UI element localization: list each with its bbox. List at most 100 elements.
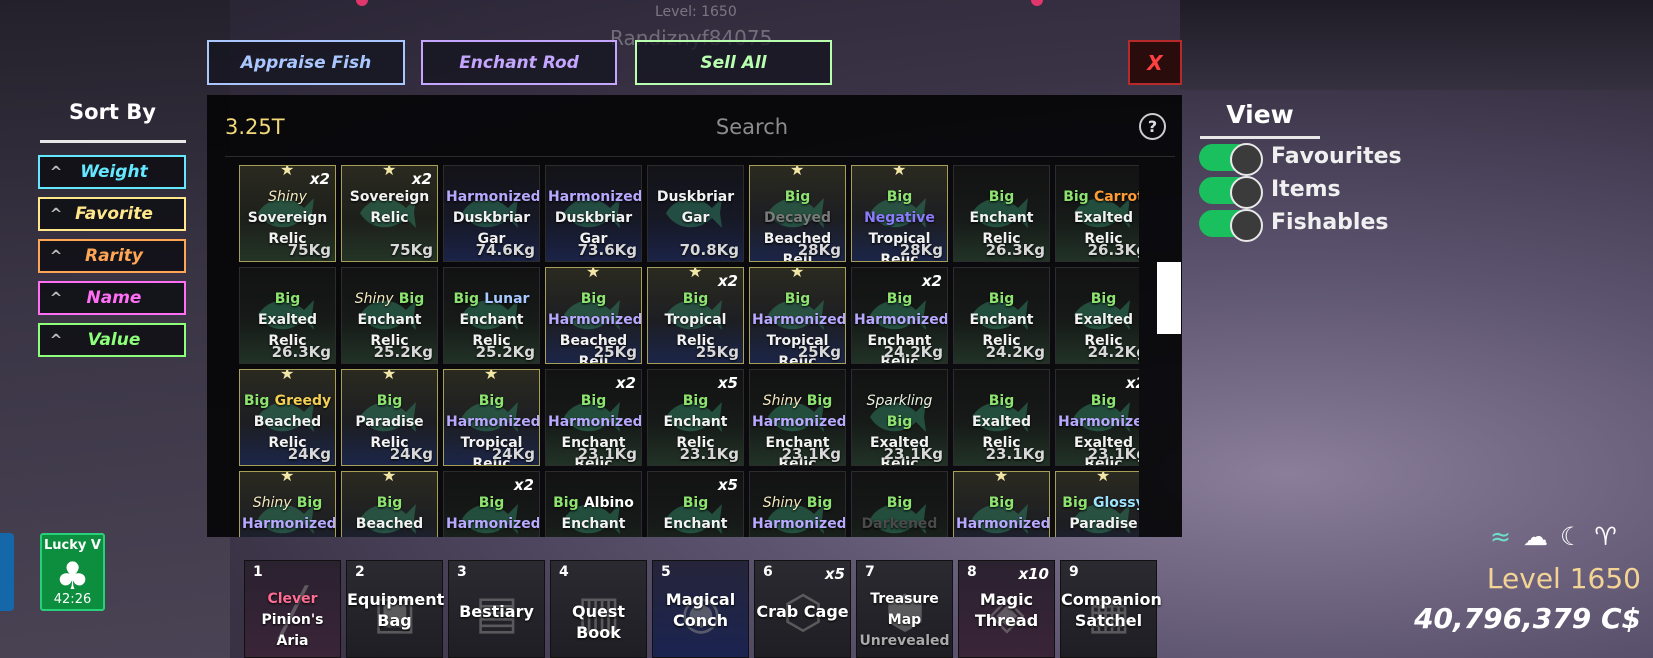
inventory-item[interactable]: Big Exalted Relic 26.3Kg xyxy=(239,267,336,364)
close-button[interactable]: X xyxy=(1128,40,1182,85)
inventory-item[interactable]: Shiny Big Enchant Relic 25.2Kg xyxy=(341,267,438,364)
item-name-part: Glossy xyxy=(1093,495,1139,511)
lucky-buff: Lucky V ♣ 42:26 xyxy=(40,533,105,611)
item-weight: 70.8Kg xyxy=(679,241,739,259)
help-icon[interactable]: ? xyxy=(1139,113,1166,140)
item-weight: 28Kg xyxy=(797,241,841,259)
toggle-items[interactable] xyxy=(1199,176,1263,209)
inventory-item[interactable]: x2 Big Harmonized Enchant Relic 23.1Kg xyxy=(545,369,642,466)
toggle-favourites[interactable] xyxy=(1199,143,1263,176)
inventory-item[interactable]: ★ Big Harmonized Beached Reli 25Kg xyxy=(545,267,642,364)
item-name-part: Harmonized xyxy=(752,312,846,328)
sort-rarity-button[interactable]: ^ Rarity xyxy=(38,239,186,273)
hotbar-slot-3[interactable]: ▤ 3 Bestiary xyxy=(448,560,545,658)
appraise-fish-button[interactable]: Appraise Fish xyxy=(207,40,405,85)
inventory-item[interactable]: ★ Big Paradise Relic 24Kg xyxy=(341,369,438,466)
inventory-item[interactable]: x2 Big Harmonized xyxy=(443,471,540,537)
hidden-buff-tab[interactable] xyxy=(0,533,14,611)
item-name-part: Big xyxy=(886,495,913,511)
inventory-item[interactable]: Big Enchant Relic 26.3Kg xyxy=(953,165,1050,262)
inventory-item[interactable]: ★ Big HarmonizedParadise xyxy=(953,471,1050,537)
hotbar-slot-number: 9 xyxy=(1069,564,1079,580)
sort-favorite-button[interactable]: ^ Favorite xyxy=(38,197,186,231)
scrollbar-thumb[interactable] xyxy=(1157,262,1181,334)
inventory-item[interactable]: Big Albino Enchant xyxy=(545,471,642,537)
search-input[interactable]: Search xyxy=(627,115,877,139)
item-name: Harmonized Duskbriar Gar xyxy=(548,186,641,249)
item-weight: 24Kg xyxy=(389,445,433,463)
inventory-item[interactable]: x5 Big Enchant xyxy=(647,471,744,537)
inventory-item[interactable]: Big CarrotExaltedRelic26.3Kg xyxy=(1055,165,1139,262)
inventory-item[interactable]: x5 Big Enchant Relic 23.1Kg xyxy=(647,369,744,466)
item-name: Big Exalted Relic xyxy=(956,390,1047,453)
sort-value-button[interactable]: ^ Value xyxy=(38,323,186,357)
toggle-fishables[interactable] xyxy=(1199,209,1263,242)
hotbar-slot-2[interactable]: ▣ 2 Equipment Bag xyxy=(346,560,445,658)
item-name-part: Paradise xyxy=(355,414,424,430)
hotbar-slot-9[interactable]: ▦ 9 Companion Satchel xyxy=(1060,560,1162,658)
item-name-part: Enchant xyxy=(969,312,1034,328)
hotbar-label-line: Equipment xyxy=(347,590,445,609)
item-weight: 23.1Kg xyxy=(679,445,739,463)
inventory-item[interactable]: ★ Big Greedy Beached Relic 24Kg xyxy=(239,369,336,466)
inventory-item[interactable]: Shiny Big Harmonized Enchant Relic 23.1Kg xyxy=(749,369,846,466)
favorite-star-icon: ★ xyxy=(280,471,295,485)
item-name-part: Big xyxy=(1090,393,1117,409)
inventory-item[interactable]: x2 Big Harmonized Enchant Relic 24.2Kg xyxy=(851,267,948,364)
inventory-item[interactable]: ★ Big Decayed Beached Reli 28Kg xyxy=(749,165,846,262)
hotbar-label-line: Conch xyxy=(673,611,728,630)
inventory-item[interactable]: ★ x2 Big Tropical Relic 25Kg xyxy=(647,267,744,364)
sort-name-button[interactable]: ^ Name xyxy=(38,281,186,315)
item-name: Big Exalted Relic xyxy=(242,288,333,351)
item-name-part: Beached xyxy=(355,516,424,532)
hotbar-slot-6[interactable]: ⬡ 6 x5 Crab Cage xyxy=(754,560,851,658)
inventory-item[interactable]: ★ Shiny Big HarmonizedBeached xyxy=(239,471,336,537)
item-weight: 23.1Kg xyxy=(985,445,1045,463)
inventory-item[interactable]: Big Lunar Enchant Relic 25.2Kg xyxy=(443,267,540,364)
item-name-part: Shiny xyxy=(762,393,802,409)
inventory-item[interactable]: Harmonized Duskbriar Gar 73.6Kg xyxy=(545,165,642,262)
inventory-item[interactable]: ★ x2 Shiny Sovereign Relic 75Kg xyxy=(239,165,336,262)
item-name: Big Harmonized xyxy=(446,492,539,534)
toggle-label: Fishables xyxy=(1271,210,1389,235)
currency-balance: 40,796,379 C$ xyxy=(1414,602,1641,635)
inventory-item[interactable]: Harmonized Duskbriar Gar 74.6Kg xyxy=(443,165,540,262)
inventory-item[interactable]: Big Exalted Relic 23.1Kg xyxy=(953,369,1050,466)
inventory-item[interactable]: ★ x2 Sovereign Relic 75Kg xyxy=(341,165,438,262)
sell-all-button[interactable]: Sell All xyxy=(635,40,832,85)
inventory-item[interactable]: ★ Big Beached xyxy=(341,471,438,537)
hotbar-slot-5[interactable]: ◉ 5 Magical Conch xyxy=(652,560,749,658)
inventory-item[interactable]: ★ Big Glossy Paradise xyxy=(1055,471,1139,537)
inventory-item[interactable]: Big DarkenedEnchant Relic xyxy=(851,471,948,537)
item-name-part: Big xyxy=(398,291,425,307)
inventory-item[interactable]: ★ Big Negative Tropical Relic 28Kg xyxy=(851,165,948,262)
item-name-part: Shiny xyxy=(268,189,307,205)
favorite-star-icon: ★ xyxy=(790,267,805,281)
inventory-item[interactable]: ★ Big Harmonized Tropical Relic 24Kg xyxy=(443,369,540,466)
player-level-tag: Level: 1650 xyxy=(655,4,737,20)
item-name-part: Paradise xyxy=(1069,516,1138,532)
item-weight: 24.2Kg xyxy=(883,343,943,361)
hotbar-slot-8[interactable]: ◈ 8 x10 Magic Thread xyxy=(958,560,1055,658)
inventory-item[interactable]: Duskbriar Gar 70.8Kg xyxy=(647,165,744,262)
item-name: Harmonized Duskbriar Gar xyxy=(446,186,539,249)
hotbar-slot-7[interactable]: ⬢ 7 Treasure Map Unrevealed xyxy=(856,560,953,658)
cloud-off-icon: ☁ xyxy=(1522,522,1548,551)
inventory-item[interactable]: Sparkling Big Exalted Relic 23.1Kg xyxy=(851,369,948,466)
view-title: View xyxy=(1226,100,1294,129)
inventory-item[interactable]: ★ Big Harmonized Tropical Relic 25Kg xyxy=(749,267,846,364)
hotbar-slot-label: Bestiary xyxy=(449,601,544,622)
sort-label: Rarity xyxy=(85,246,143,266)
sort-weight-button[interactable]: ^ Weight xyxy=(38,155,186,189)
inventory-item[interactable]: BigExaltedRelic24.2Kg xyxy=(1055,267,1139,364)
hotbar-slot-number: 7 xyxy=(865,564,875,580)
inventory-item[interactable]: x2Big HarmonizedExalted Relic23.1Kg xyxy=(1055,369,1139,466)
enchant-rod-button[interactable]: Enchant Rod xyxy=(421,40,617,85)
inventory-item[interactable]: Big Enchant Relic 24.2Kg xyxy=(953,267,1050,364)
inventory-item[interactable]: Shiny Big Harmonized xyxy=(749,471,846,537)
item-name-part: Big xyxy=(296,495,323,511)
hotbar-slot-4[interactable]: ▥ 4 Quest Book xyxy=(550,560,647,658)
item-name-part: Exalted xyxy=(1073,210,1134,226)
hotbar-slot-1[interactable]: ╱ 1 Clever Pinion's Aria xyxy=(244,560,341,658)
item-name: Big Lunar Enchant Relic xyxy=(446,288,537,351)
